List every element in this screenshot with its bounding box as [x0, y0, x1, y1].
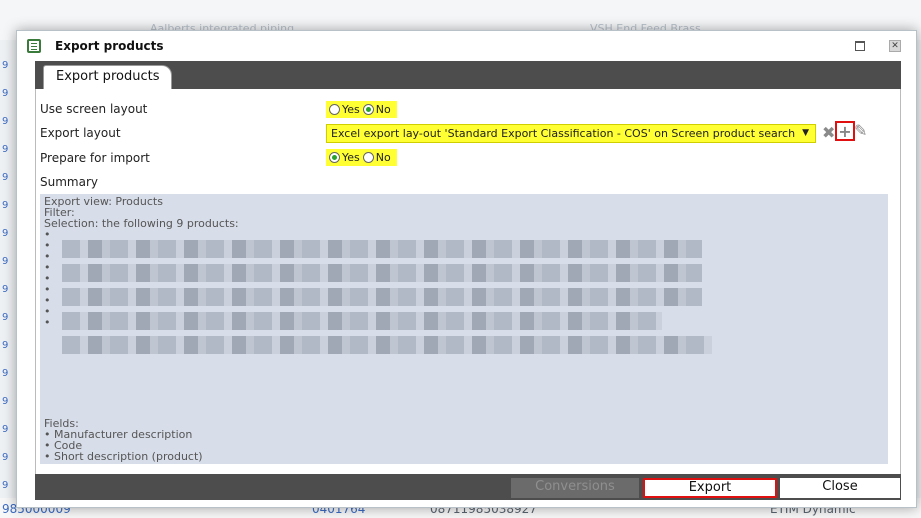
radio-yes-label: Yes: [342, 151, 360, 164]
background-row-number[interactable]: 9: [2, 452, 8, 463]
background-row-number[interactable]: 9: [2, 340, 8, 351]
radio-yes[interactable]: [329, 104, 340, 115]
radio-yes-label: Yes: [342, 103, 360, 116]
summary-export-view: Export view: Products: [44, 195, 163, 208]
background-row-number[interactable]: 9: [2, 172, 8, 183]
background-row-number[interactable]: 9: [2, 228, 8, 239]
background-row-number[interactable]: 9: [2, 424, 8, 435]
field-item: Short description (product): [44, 451, 203, 462]
background-row-number[interactable]: 9: [2, 88, 8, 99]
dialog-footer: Conversions Export Close: [35, 474, 901, 500]
export-button[interactable]: Export: [643, 478, 777, 498]
export-layout-select[interactable]: Excel export lay-out 'Standard Export Cl…: [326, 124, 816, 143]
redacted-product-list: [62, 336, 712, 354]
use-screen-layout-no-option[interactable]: No: [362, 103, 391, 116]
radio-no[interactable]: [362, 104, 374, 115]
background-row-number[interactable]: 9: [2, 116, 8, 127]
background-row-number[interactable]: 9: [2, 396, 8, 407]
redacted-product-list: [62, 312, 662, 330]
dialog-title: Export products: [55, 39, 164, 53]
background-row-number[interactable]: 9: [2, 256, 8, 267]
radio-no-label: No: [375, 151, 391, 164]
export-layout-value: Excel export lay-out 'Standard Export Cl…: [331, 127, 796, 140]
radio-no-label: No: [375, 103, 391, 116]
product-bullet: [44, 229, 884, 240]
redacted-product-list: [62, 264, 702, 282]
background-left-column: 9 9 9 9 9 9 9 9 9 9 9 9 9 9 9 9: [0, 60, 8, 500]
background-row-number[interactable]: 9: [2, 480, 8, 491]
prepare-for-import-no-option[interactable]: No: [362, 151, 391, 164]
redacted-product-list: [62, 288, 702, 306]
use-screen-layout-radio-group: Yes No: [326, 101, 397, 118]
background-row-number[interactable]: 9: [2, 312, 8, 323]
summary-label: Summary: [40, 175, 98, 189]
prepare-for-import-yes-option[interactable]: Yes: [329, 151, 360, 164]
close-icon[interactable]: ✕: [889, 40, 901, 52]
document-icon: [27, 39, 41, 53]
dialog-content: Use screen layout Yes No Export layout E…: [35, 89, 901, 474]
summary-panel: Export view: Products Filter: Selection:…: [40, 194, 888, 464]
export-layout-label: Export layout: [40, 126, 121, 140]
conversions-button[interactable]: Conversions: [511, 478, 639, 498]
use-screen-layout-label: Use screen layout: [40, 102, 148, 116]
export-products-dialog: Export products ✕ Export products Use sc…: [16, 30, 917, 508]
summary-fields: Fields: Manufacturer description Code Sh…: [44, 418, 203, 462]
use-screen-layout-yes-option[interactable]: Yes: [329, 103, 360, 116]
maximize-icon[interactable]: [855, 41, 865, 51]
background-row-number[interactable]: 9: [2, 200, 8, 211]
background-row-number[interactable]: 9: [2, 368, 8, 379]
background-row-number[interactable]: 9: [2, 144, 8, 155]
radio-no[interactable]: [362, 152, 374, 163]
tab-strip: Export products: [35, 61, 901, 89]
background-row-number[interactable]: 9: [2, 60, 8, 71]
tab-export-products[interactable]: Export products: [43, 65, 173, 89]
dialog-titlebar[interactable]: Export products ✕: [17, 31, 916, 61]
radio-yes[interactable]: [329, 152, 340, 163]
edit-layout-icon[interactable]: ✎: [854, 121, 867, 140]
prepare-for-import-label: Prepare for import: [40, 151, 150, 165]
prepare-for-import-radio-group: Yes No: [326, 149, 397, 166]
summary-selection: Selection: the following 9 products:: [44, 217, 239, 230]
chevron-down-icon[interactable]: ▼: [802, 125, 809, 142]
close-button[interactable]: Close: [780, 478, 900, 498]
delete-layout-icon[interactable]: ✖: [822, 123, 835, 142]
redacted-product-list: [62, 240, 702, 258]
background-row-number[interactable]: 9: [2, 284, 8, 295]
add-layout-icon[interactable]: +: [835, 121, 855, 141]
